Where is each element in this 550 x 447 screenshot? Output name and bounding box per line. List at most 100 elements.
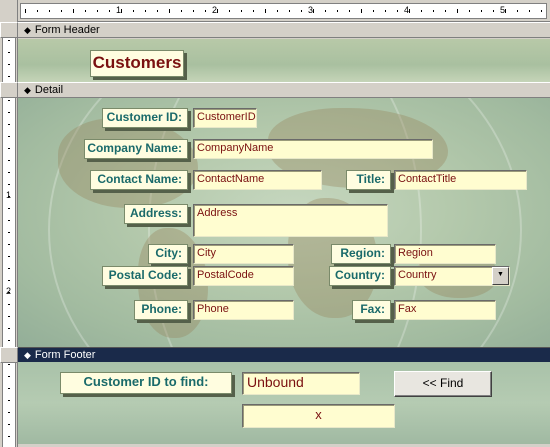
ruler-tick <box>25 9 26 13</box>
ruler-tick <box>8 208 10 209</box>
ruler-tick <box>8 436 10 437</box>
ruler-tick <box>8 280 10 281</box>
fax-field[interactable]: Fax <box>394 300 496 320</box>
find-result-box: x <box>242 404 395 428</box>
ruler-tick <box>8 64 10 65</box>
ruler-tick <box>8 172 10 173</box>
ruler-tick <box>349 10 350 12</box>
ruler-tick <box>85 10 86 12</box>
ruler-tick <box>181 10 182 12</box>
ruler-tick <box>8 340 10 341</box>
ruler-tick <box>133 10 134 12</box>
ruler-number: 3 <box>308 5 314 15</box>
ruler-tick <box>505 9 506 13</box>
ruler-tick <box>8 424 10 425</box>
detail-label: Detail <box>34 83 64 96</box>
form-footer-bar[interactable]: ◆ Form Footer <box>18 347 550 363</box>
footer-section-selector[interactable] <box>0 347 18 363</box>
section-arrow-icon: ◆ <box>24 349 31 360</box>
ruler-tick <box>373 10 374 12</box>
ruler-tick <box>457 9 458 13</box>
postal-code-field[interactable]: PostalCode <box>193 266 294 286</box>
ruler-tick <box>337 10 338 12</box>
form-footer-area: Customer ID to find: Unbound << Find x <box>18 362 550 444</box>
ruler-tick <box>313 9 314 13</box>
ruler-tick <box>8 100 10 101</box>
ruler-tick <box>169 9 170 13</box>
title-label: Title: <box>346 170 391 190</box>
country-combo-value: Country <box>398 269 437 281</box>
ruler-tick <box>8 376 10 377</box>
city-field[interactable]: City <box>193 244 294 264</box>
ruler-tick <box>8 256 10 257</box>
ruler-tick <box>8 76 10 77</box>
ruler-tick <box>8 412 10 413</box>
customer-id-field[interactable]: CustomerID <box>193 108 257 128</box>
form-header-bar[interactable]: ◆ Form Header <box>18 22 550 38</box>
ruler-tick <box>97 10 98 12</box>
ruler-tick <box>8 160 10 161</box>
ruler-tick <box>8 148 10 149</box>
contact-title-field[interactable]: ContactTitle <box>394 170 527 190</box>
ruler-tick <box>529 10 530 12</box>
ruler-tick <box>493 10 494 12</box>
ruler-tick <box>8 52 10 53</box>
find-button[interactable]: << Find <box>394 371 492 397</box>
ruler-tick <box>121 9 122 13</box>
phone-label: Phone: <box>134 300 188 320</box>
chevron-down-icon[interactable]: ▼ <box>492 267 509 285</box>
ruler-tick <box>253 10 254 12</box>
country-combo[interactable]: Country ▼ <box>394 266 510 286</box>
form-header-area: Customers <box>18 39 550 82</box>
ruler-tick <box>265 9 266 13</box>
ruler-tick <box>433 10 434 12</box>
ruler-tick <box>8 388 10 389</box>
horizontal-ruler-scale: 1 2 3 4 5 <box>20 3 547 19</box>
header-section-selector[interactable] <box>0 22 18 38</box>
ruler-tick <box>73 9 74 13</box>
address-field[interactable]: Address <box>193 204 388 237</box>
ruler-number: 4 <box>404 5 410 15</box>
contact-name-field[interactable]: ContactName <box>193 170 322 190</box>
address-label: Address: <box>124 204 188 224</box>
ruler-tick <box>8 364 10 365</box>
ruler-tick <box>205 10 206 12</box>
region-label: Region: <box>331 244 391 264</box>
ruler-tick <box>8 328 10 329</box>
form-footer-label: Form Footer <box>34 348 96 361</box>
ruler-tick <box>8 232 10 233</box>
ruler-tick <box>193 10 194 12</box>
fax-label: Fax: <box>352 300 391 320</box>
country-label: Country: <box>329 266 391 286</box>
ruler-tick <box>445 10 446 12</box>
ruler-tick <box>109 10 110 12</box>
city-label: City: <box>148 244 188 264</box>
ruler-tick <box>301 10 302 12</box>
ruler-corner[interactable] <box>0 0 18 22</box>
ruler-tick <box>8 112 10 113</box>
company-name-field[interactable]: CompanyName <box>193 139 433 159</box>
ruler-number: 2 <box>6 286 12 296</box>
ruler-tick <box>145 10 146 12</box>
ruler-tick <box>397 10 398 12</box>
ruler-tick <box>8 304 10 305</box>
contact-name-label: Contact Name: <box>90 170 188 190</box>
detail-section-selector[interactable] <box>0 82 18 98</box>
ruler-tick <box>8 136 10 137</box>
ruler-tick <box>421 10 422 12</box>
find-customer-input[interactable]: Unbound <box>242 372 360 395</box>
section-arrow-icon: ◆ <box>24 84 31 95</box>
ruler-tick <box>8 316 10 317</box>
ruler-tick <box>385 10 386 12</box>
ruler-tick <box>37 10 38 12</box>
region-field[interactable]: Region <box>394 244 496 264</box>
customer-id-label: Customer ID: <box>102 108 188 128</box>
detail-bar[interactable]: ◆ Detail <box>18 82 550 98</box>
phone-field[interactable]: Phone <box>193 300 294 320</box>
ruler-number: 5 <box>500 5 506 15</box>
form-title[interactable]: Customers <box>90 50 184 77</box>
ruler-tick <box>8 244 10 245</box>
ruler-tick <box>325 10 326 12</box>
ruler-tick <box>8 268 10 269</box>
find-customer-label: Customer ID to find: <box>60 372 232 394</box>
